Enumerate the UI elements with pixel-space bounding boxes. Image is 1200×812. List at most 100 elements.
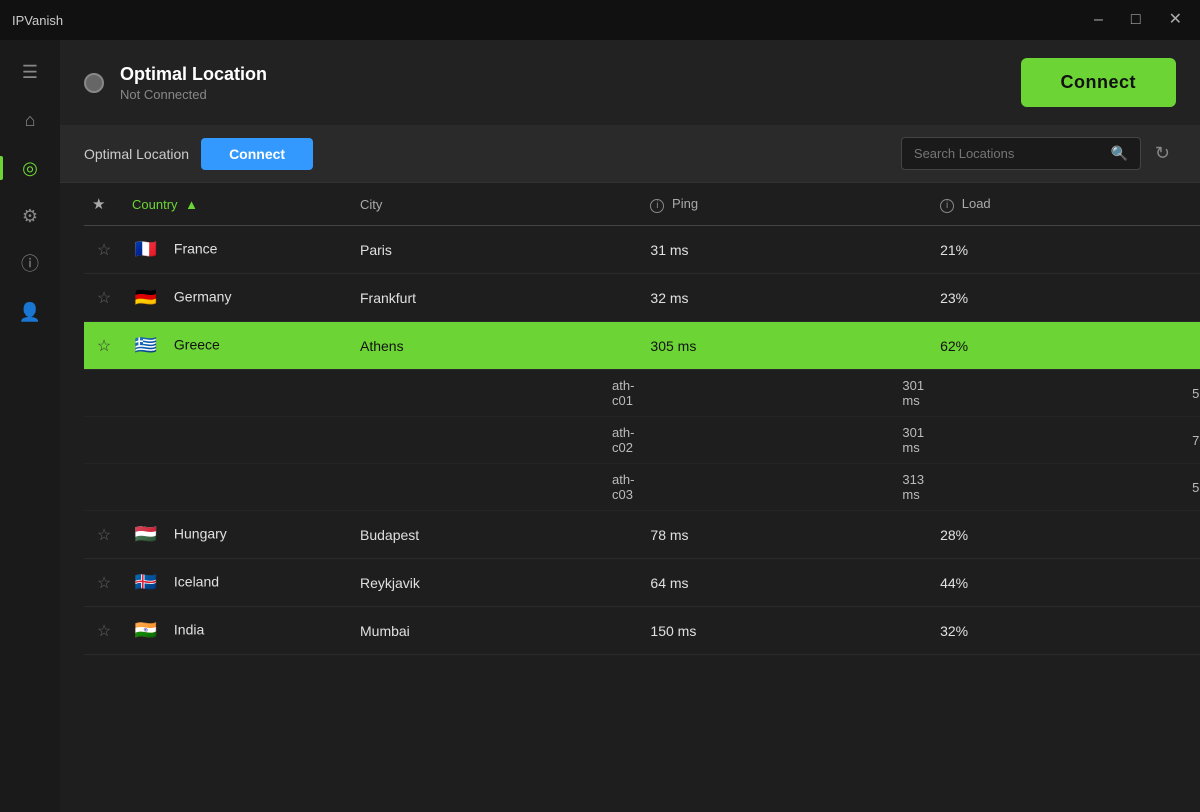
city-name: Mumbai: [360, 623, 410, 639]
col-header-load[interactable]: i Load: [932, 183, 1200, 226]
subrow-empty: [84, 417, 352, 464]
locations-table-container: ★ Country ▲ City i Ping: [60, 183, 1200, 812]
favorite-star-icon[interactable]: ☆: [97, 290, 111, 307]
table-subrow[interactable]: ath-c01 301 ms 59%: [84, 370, 1200, 417]
country-flag: 🇮🇸: [132, 573, 160, 593]
sidebar-item-menu[interactable]: ☰: [8, 50, 52, 94]
table-row[interactable]: ☆ 🇮🇸 Iceland Reykjavik 64 ms 44% 2 ▼: [84, 559, 1200, 607]
home-icon: ⌂: [25, 111, 36, 129]
table-row[interactable]: ☆ 🇮🇳 India Mumbai 150 ms 32% 6 ▼: [84, 607, 1200, 655]
country-flag: 🇩🇪: [132, 288, 160, 308]
toolbar-connect-button[interactable]: Connect: [201, 138, 313, 170]
country-flag: 🇭🇺: [132, 525, 160, 545]
search-input[interactable]: [914, 146, 1103, 161]
ping-cell: 305 ms: [642, 322, 932, 370]
toolbar: Optimal Location Connect 🔍 ↻: [60, 125, 1200, 183]
subrow-ping-value: 301 ms: [902, 378, 924, 408]
subrow-city-cell: ath-c02: [352, 417, 642, 464]
favorite-cell: ☆: [84, 322, 124, 370]
subrow-load-cell: 70%: [932, 417, 1200, 464]
ping-info-icon[interactable]: i: [650, 199, 664, 213]
col-header-country[interactable]: Country ▲: [124, 183, 352, 226]
load-info-icon[interactable]: i: [940, 199, 954, 213]
close-button[interactable]: ✕: [1163, 10, 1188, 30]
connection-status-text: Not Connected: [120, 87, 267, 102]
refresh-button[interactable]: ↻: [1149, 137, 1176, 170]
subrow-empty: [84, 370, 352, 417]
sidebar-item-info[interactable]: ⓘ: [8, 242, 52, 286]
table-row[interactable]: ☆ 🇭🇺 Hungary Budapest 78 ms 28% 4 ▼: [84, 511, 1200, 559]
country-name: India: [174, 621, 204, 637]
subrow-ping-cell: 301 ms: [642, 417, 932, 464]
ping-value: 31 ms: [650, 242, 688, 258]
country-flag: 🇬🇷: [132, 336, 160, 356]
ping-cell: 150 ms: [642, 607, 932, 655]
favorite-cell: ☆: [84, 274, 124, 322]
ping-value: 64 ms: [650, 575, 688, 591]
favorite-cell: ☆: [84, 559, 124, 607]
country-cell: 🇮🇸 Iceland: [124, 559, 352, 607]
country-name: Germany: [174, 288, 232, 304]
table-header-row: ★ Country ▲ City i Ping: [84, 183, 1200, 226]
subrow-city-name: ath-c03: [612, 472, 634, 502]
favorite-star-icon[interactable]: ☆: [97, 623, 111, 640]
country-cell: 🇭🇺 Hungary: [124, 511, 352, 559]
country-flag: 🇮🇳: [132, 621, 160, 641]
table-row[interactable]: ☆ 🇩🇪 Germany Frankfurt 32 ms 23% 56 ▼: [84, 274, 1200, 322]
menu-icon: ☰: [22, 63, 38, 81]
subrow-ping-value: 313 ms: [902, 472, 924, 502]
load-cell: 32%: [932, 607, 1200, 655]
location-title: Optimal Location: [120, 64, 267, 85]
country-cell: 🇬🇷 Greece: [124, 322, 352, 370]
table-subrow[interactable]: ath-c03 313 ms 57%: [84, 464, 1200, 511]
user-icon: 👤: [19, 303, 41, 321]
subrow-load-value: 57%: [1192, 480, 1200, 495]
load-value: 62%: [940, 338, 968, 354]
favorite-star-icon[interactable]: ☆: [97, 338, 111, 355]
gear-icon: ⚙: [22, 207, 38, 225]
sidebar: ☰ ⌂ ◎ ⚙ ⓘ 👤: [0, 40, 60, 812]
favorite-star-icon[interactable]: ☆: [97, 242, 111, 259]
subrow-load-value: 59%: [1192, 386, 1200, 401]
sidebar-item-settings[interactable]: ⚙: [8, 194, 52, 238]
toolbar-left: Optimal Location Connect: [84, 138, 313, 170]
star-header-icon: ★: [92, 196, 105, 213]
favorite-star-icon[interactable]: ☆: [97, 527, 111, 544]
subrow-city-name: ath-c01: [612, 378, 634, 408]
maximize-button[interactable]: □: [1125, 10, 1147, 30]
subrow-ping-cell: 301 ms: [642, 370, 932, 417]
subrow-load-cell: 57%: [932, 464, 1200, 511]
city-cell: Reykjavik: [352, 559, 642, 607]
sidebar-item-account[interactable]: 👤: [8, 290, 52, 334]
table-subrow[interactable]: ath-c02 301 ms 70%: [84, 417, 1200, 464]
table-row[interactable]: ☆ 🇫🇷 France Paris 31 ms 21% 26 ▼: [84, 226, 1200, 274]
header-info: Optimal Location Not Connected: [120, 64, 267, 102]
load-value: 28%: [940, 527, 968, 543]
subrow-ping-value: 301 ms: [902, 425, 924, 455]
main-connect-button[interactable]: Connect: [1021, 58, 1177, 107]
ping-cell: 78 ms: [642, 511, 932, 559]
city-name: Paris: [360, 242, 392, 258]
load-cell: 44%: [932, 559, 1200, 607]
sidebar-item-locations[interactable]: ◎: [8, 146, 52, 190]
city-cell: Frankfurt: [352, 274, 642, 322]
search-icon: 🔍: [1110, 145, 1127, 162]
country-name: Greece: [174, 336, 220, 352]
table-body: ☆ 🇫🇷 France Paris 31 ms 21% 26 ▼ ☆ 🇩🇪 Ge…: [84, 226, 1200, 655]
sidebar-item-home[interactable]: ⌂: [8, 98, 52, 142]
minimize-button[interactable]: –: [1088, 10, 1109, 30]
info-icon: ⓘ: [21, 255, 39, 273]
col-header-city[interactable]: City: [352, 183, 642, 226]
country-cell: 🇩🇪 Germany: [124, 274, 352, 322]
search-box: 🔍: [901, 137, 1141, 170]
city-cell: Mumbai: [352, 607, 642, 655]
ping-value: 78 ms: [650, 527, 688, 543]
col-header-ping[interactable]: i Ping: [642, 183, 932, 226]
table-row[interactable]: ☆ 🇬🇷 Greece Athens 305 ms 62% 3 ▲: [84, 322, 1200, 370]
toolbar-right: 🔍 ↻: [901, 137, 1176, 170]
load-value: 21%: [940, 242, 968, 258]
favorite-star-icon[interactable]: ☆: [97, 575, 111, 592]
subrow-load-value: 70%: [1192, 433, 1200, 448]
city-cell: Paris: [352, 226, 642, 274]
city-cell: Budapest: [352, 511, 642, 559]
